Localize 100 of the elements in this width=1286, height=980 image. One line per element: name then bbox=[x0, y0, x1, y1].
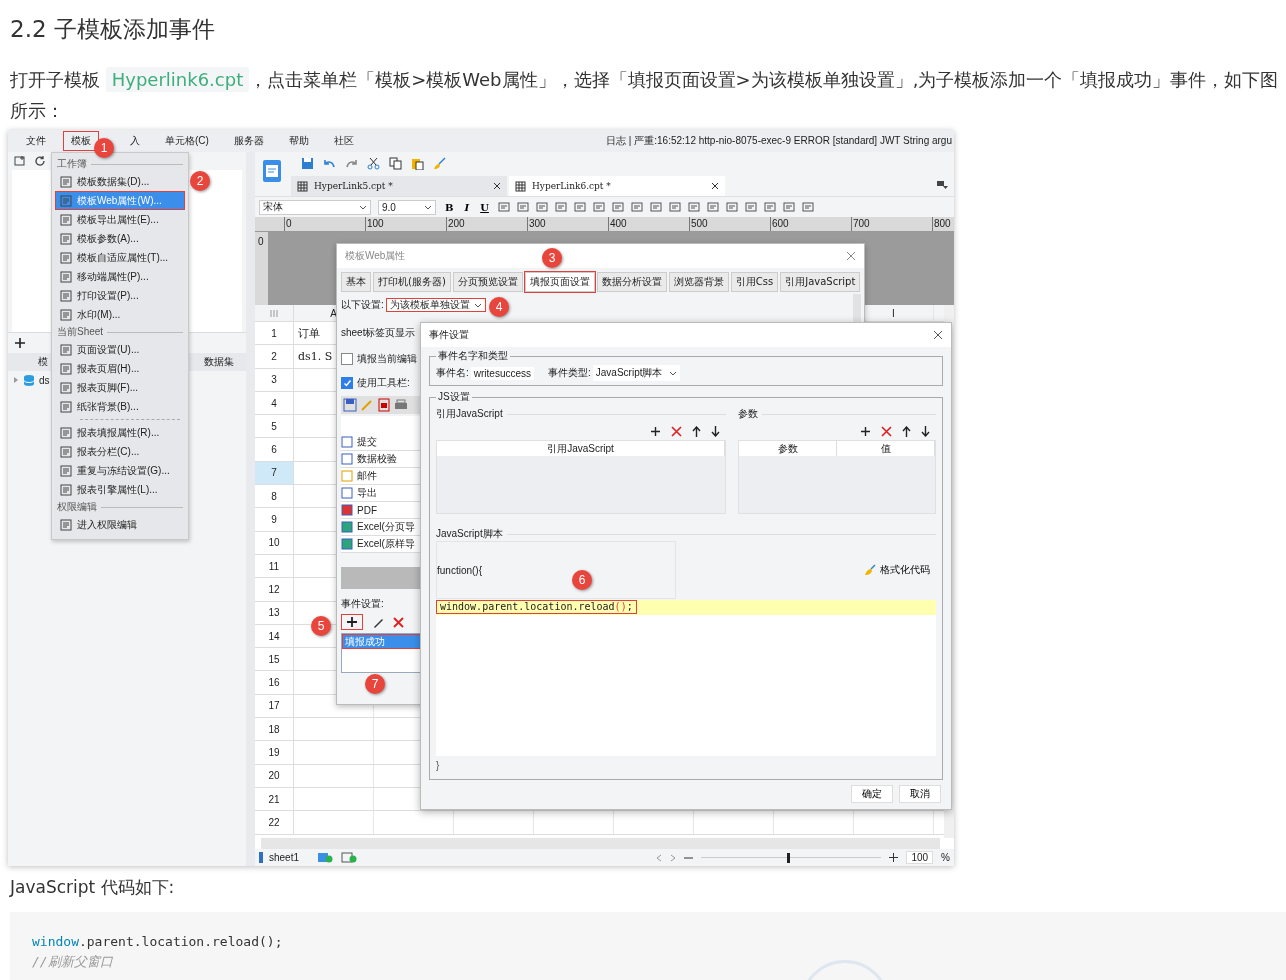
expand-arrow-icon[interactable] bbox=[13, 376, 19, 384]
paste-icon[interactable] bbox=[411, 156, 424, 170]
menu-item[interactable]: 入 bbox=[122, 131, 148, 151]
delete-icon[interactable] bbox=[881, 425, 892, 437]
menu-item[interactable]: 报表分栏(C)... bbox=[55, 442, 185, 461]
tree-item[interactable]: ds bbox=[39, 374, 50, 386]
document-icon[interactable] bbox=[261, 158, 283, 184]
menu-item[interactable]: 社区 bbox=[325, 131, 362, 151]
menu-item[interactable]: 模板导出属性(E)... bbox=[55, 210, 185, 229]
grid-icon bbox=[297, 180, 308, 192]
code-text: } bbox=[436, 760, 441, 771]
sheet-tab[interactable]: sheet1 bbox=[259, 852, 310, 863]
plus-icon[interactable] bbox=[650, 425, 661, 437]
tab[interactable]: 基本 bbox=[341, 272, 371, 292]
menu-item[interactable]: 报表页眉(H)... bbox=[55, 359, 185, 378]
toolbar-button-item[interactable]: 导出 bbox=[357, 486, 377, 500]
page-icon bbox=[60, 175, 72, 188]
close-icon[interactable] bbox=[933, 330, 943, 340]
setting-label: 以下设置: bbox=[341, 298, 384, 312]
column-header[interactable]: I bbox=[892, 307, 895, 319]
tab[interactable]: 引用Css bbox=[730, 272, 779, 292]
new-window-icon[interactable] bbox=[14, 155, 26, 167]
slider-thumb[interactable] bbox=[786, 852, 790, 863]
tab-list-icon[interactable] bbox=[937, 180, 948, 190]
up-arrow-icon[interactable] bbox=[902, 425, 911, 437]
format-button[interactable]: U bbox=[478, 201, 491, 213]
menu-item[interactable]: 服务器 bbox=[225, 131, 272, 151]
down-arrow-icon[interactable] bbox=[921, 425, 930, 437]
menu-item[interactable]: 移动端属性(P)... bbox=[55, 267, 185, 286]
tab[interactable]: 数据分析设置 bbox=[596, 272, 667, 292]
delete-icon[interactable] bbox=[393, 616, 404, 628]
up-arrow-icon[interactable] bbox=[692, 425, 701, 437]
menu-item[interactable]: 纸张背景(B)... bbox=[55, 397, 185, 416]
horizontal-scrollbar[interactable] bbox=[261, 838, 940, 849]
menu-item[interactable]: 模板参数(A)... bbox=[55, 229, 185, 248]
dialog-button[interactable]: 取消 bbox=[899, 785, 941, 803]
menu-item[interactable]: 重复与冻结设置(G)... bbox=[55, 461, 185, 480]
menu-item[interactable]: 模板自适应属性(T)... bbox=[55, 248, 185, 267]
ruler-label: 0 bbox=[284, 217, 365, 231]
page-icon bbox=[60, 232, 72, 245]
menu-item[interactable]: 模板数据集(D)... bbox=[55, 172, 185, 191]
zoom-in-icon[interactable] bbox=[889, 853, 899, 862]
close-icon[interactable] bbox=[711, 182, 719, 190]
scissors-icon[interactable] bbox=[367, 156, 380, 170]
caret-icon bbox=[424, 204, 432, 210]
file-tab[interactable]: HyperLink6.cpt * bbox=[509, 176, 725, 196]
toolbar-button-item[interactable]: PDF bbox=[357, 504, 377, 516]
add-sheet-icon[interactable] bbox=[341, 852, 358, 863]
menu-item[interactable]: 页面设置(U)... bbox=[55, 340, 185, 359]
tab[interactable]: 填报页面设置 bbox=[524, 272, 595, 292]
tab[interactable]: 打印机(服务器) bbox=[373, 272, 451, 292]
type-dropdown[interactable]: JavaScript脚本 bbox=[592, 365, 680, 381]
field-label: 事件名: bbox=[436, 366, 469, 380]
code-intro-text: JavaScript 代码如下: bbox=[10, 876, 176, 898]
checkbox-label: 使用工具栏: bbox=[357, 376, 410, 390]
down-arrow-icon[interactable] bbox=[711, 425, 720, 437]
page-icon bbox=[60, 251, 72, 264]
zoom-field[interactable]: 100 bbox=[906, 851, 934, 864]
format-button[interactable]: I bbox=[462, 201, 472, 213]
plus-icon[interactable] bbox=[14, 337, 28, 349]
copy-icon[interactable] bbox=[389, 156, 402, 170]
code-editor[interactable]: window.parent.location.reload(); bbox=[436, 600, 936, 756]
checkbox[interactable] bbox=[341, 377, 353, 389]
brush-icon[interactable] bbox=[433, 156, 446, 170]
tab[interactable]: 浏览器背景 bbox=[668, 272, 729, 292]
column-header: 值 bbox=[837, 441, 935, 456]
name-field[interactable]: writesuccess bbox=[470, 366, 535, 380]
file-tab[interactable]: HyperLink5.cpt * bbox=[291, 176, 507, 196]
font-field[interactable]: 宋体 bbox=[259, 199, 371, 215]
font-size-field[interactable]: 9.0 bbox=[378, 199, 436, 215]
row-number[interactable]: 7 bbox=[255, 461, 294, 485]
format-code-button[interactable]: 格式化代码 bbox=[858, 562, 936, 578]
tab-label: HyperLink5.cpt * bbox=[314, 181, 393, 191]
ruler-label: 500 bbox=[689, 217, 770, 231]
menu-item[interactable]: 文件 bbox=[18, 131, 54, 151]
menu-item[interactable]: 报表页脚(F)... bbox=[55, 378, 185, 397]
menu-item[interactable]: 进入权限编辑 bbox=[55, 515, 185, 534]
menu-item[interactable]: 报表填报属性(R)... bbox=[55, 423, 185, 442]
add-button[interactable] bbox=[341, 614, 363, 630]
tab[interactable]: 分页预览设置 bbox=[452, 272, 523, 292]
menu-item[interactable]: 水印(M)... bbox=[55, 305, 185, 324]
dialog-button[interactable]: 确定 bbox=[851, 785, 893, 803]
toolbar-button-item[interactable]: 提交 bbox=[357, 435, 377, 449]
setting-dropdown[interactable]: 为该模板单独设置 bbox=[385, 298, 486, 312]
broom-icon bbox=[864, 564, 876, 576]
menu-item[interactable]: 打印设置(P)... bbox=[55, 286, 185, 305]
format-button[interactable]: B bbox=[443, 201, 456, 213]
refresh-icon[interactable] bbox=[34, 155, 46, 167]
close-icon[interactable] bbox=[493, 182, 501, 190]
menu-item[interactable]: 帮助 bbox=[280, 131, 317, 151]
plus-icon[interactable] bbox=[860, 425, 871, 437]
toolbar-button-item[interactable]: 邮件 bbox=[357, 469, 377, 483]
add-sheet-icon[interactable] bbox=[317, 852, 334, 863]
checkbox[interactable] bbox=[341, 353, 353, 365]
menu-item[interactable]: 报表引擎属性(L)... bbox=[55, 480, 185, 499]
ruler-label: 200 bbox=[446, 217, 527, 231]
database-icon bbox=[23, 373, 35, 387]
delete-icon[interactable] bbox=[671, 425, 682, 437]
tab[interactable]: 引用JavaScript bbox=[780, 272, 861, 292]
menu-item[interactable]: 单元格(C) bbox=[157, 131, 217, 151]
